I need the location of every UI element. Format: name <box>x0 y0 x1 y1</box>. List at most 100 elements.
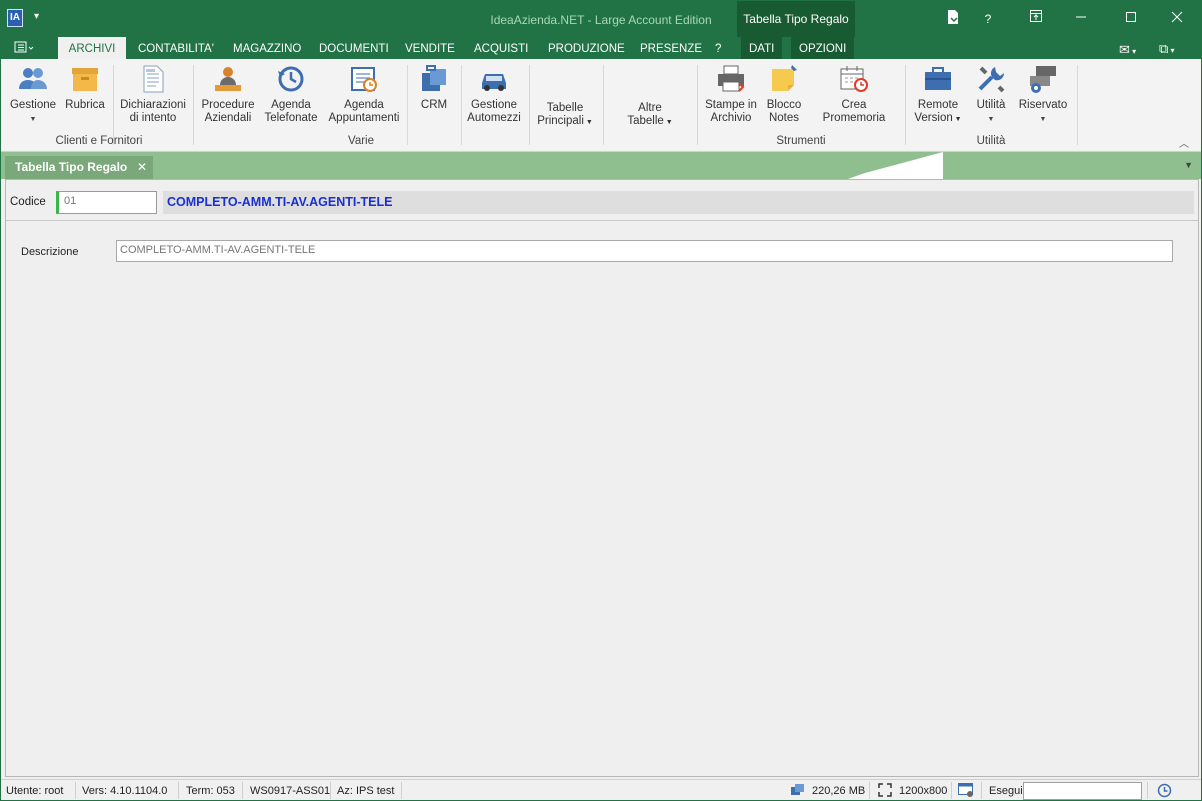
tab-list-dropdown-icon[interactable]: ▼ <box>1184 160 1193 170</box>
agenda-app-line2: Appuntamenti <box>328 112 400 124</box>
rubrica-button[interactable]: Rubrica <box>63 63 107 112</box>
stampe-archivio-button[interactable]: Stampe in Archivio <box>703 63 759 125</box>
agenda-telefonate-button[interactable]: Agenda Telefonate <box>263 63 319 125</box>
refresh-clock-icon[interactable] <box>1157 783 1172 800</box>
promemoria-label: Crea Promemoria <box>822 99 886 124</box>
calendar-clock-icon <box>351 67 377 92</box>
status-resolution: 1200x800 <box>899 785 948 797</box>
riservato-button[interactable]: Riservato ▼ <box>1015 63 1071 126</box>
codice-label: Codice <box>10 196 46 208</box>
automezzi-line1: Gestione <box>470 99 518 111</box>
maximize-icon[interactable] <box>1121 9 1141 29</box>
minimize-icon[interactable] <box>1071 9 1091 29</box>
ribbon-separator <box>603 65 604 145</box>
app-logo-icon[interactable]: IA <box>7 9 23 27</box>
status-bar: Utente: root Vers: 4.10.1104.0 Term: 053… <box>1 779 1201 800</box>
altre-tabelle-button[interactable]: Altre Tabelle ▼ <box>617 102 683 129</box>
window-settings-icon[interactable] <box>958 783 974 800</box>
sticky-note-icon <box>772 65 797 91</box>
document-export-icon[interactable] <box>943 9 963 29</box>
tab-help[interactable]: ? <box>707 37 729 59</box>
tab-vendite[interactable]: VENDITE <box>397 37 463 59</box>
remote-line2: Version <box>914 112 953 124</box>
divider <box>1147 782 1148 799</box>
tabelle-principali-button[interactable]: Tabelle Principali ▼ <box>533 102 597 129</box>
agenda-appuntamenti-button[interactable]: Agenda Appuntamenti <box>327 63 401 125</box>
riservato-label: Riservato <box>1018 99 1068 111</box>
ribbon-separator <box>697 65 698 145</box>
automezzi-line2: Automezzi <box>467 112 521 124</box>
procedure-aziendali-button[interactable]: Procedure Aziendali <box>199 63 257 125</box>
crea-promemoria-button[interactable]: Crea Promemoria <box>811 63 897 125</box>
tab-presenze[interactable]: PRESENZE <box>632 37 710 59</box>
tab-contabilita[interactable]: CONTABILITA' <box>130 37 222 59</box>
crm-button[interactable]: CRM <box>413 63 455 112</box>
tools-icon <box>978 66 1005 93</box>
chevron-down-icon: ▼ <box>29 116 37 123</box>
tab-opzioni[interactable]: OPZIONI <box>791 37 855 59</box>
gestione-button[interactable]: Gestione ▼ <box>9 63 57 126</box>
blocco-notes-button[interactable]: Blocco Notes <box>761 63 807 125</box>
blocco-line2: Notes <box>768 112 800 124</box>
chevron-down-icon: ▼ <box>663 119 673 126</box>
blocco-line1: Blocco <box>766 99 802 111</box>
utilita-button[interactable]: Utilità ▼ <box>969 63 1013 126</box>
tab-archivi[interactable]: ARCHIVI <box>58 37 126 59</box>
rubrica-label: Rubrica <box>65 99 105 111</box>
status-azienda: Az: IPS test <box>337 785 395 797</box>
briefcase-icon <box>925 67 951 90</box>
restore-ribbon-icon[interactable] <box>1026 9 1046 29</box>
group-label-clienti: Clienti e Fornitori <box>55 135 143 147</box>
divider <box>178 782 179 799</box>
dichiarazioni-line1: Dichiarazioni <box>120 99 186 111</box>
ribbon-separator <box>529 65 530 145</box>
crm-icon <box>422 65 446 91</box>
mail-dropdown-icon[interactable]: ✉ ▾ <box>1119 42 1136 58</box>
dichiarazioni-button[interactable]: Dichiarazioni di intento <box>118 63 188 125</box>
help-button[interactable]: ? <box>978 9 998 29</box>
tabelle-principali-line1: Tabelle <box>546 102 584 114</box>
group-label-strumenti: Strumenti <box>776 135 826 147</box>
codice-input[interactable]: 01 <box>56 191 157 214</box>
document-tab-strip: Tabella Tipo Regalo ✕ ▼ <box>1 152 1201 179</box>
document-icon <box>143 65 164 93</box>
form-panel: Codice 01 COMPLETO-AMM.TI-AV.AGENTI-TELE… <box>5 179 1199 777</box>
tab-magazzino[interactable]: MAGAZZINO <box>225 37 309 59</box>
fullscreen-icon[interactable] <box>878 783 892 800</box>
divider <box>401 782 402 799</box>
esegui-label: Esegui <box>989 785 1023 797</box>
tab-acquisti[interactable]: ACQUISTI <box>466 37 536 59</box>
close-icon[interactable] <box>1167 9 1187 29</box>
close-tab-icon[interactable]: ✕ <box>137 156 147 179</box>
server-gear-icon <box>1030 66 1056 93</box>
window-title: IdeaAzienda.NET - Large Account Edition <box>490 13 712 27</box>
layout-dropdown-icon[interactable]: ⧉ ▾ <box>1159 41 1175 57</box>
ribbon-separator <box>1077 65 1078 145</box>
tab-produzione[interactable]: PRODUZIONE <box>540 37 633 59</box>
divider <box>242 782 243 799</box>
remote-line1: Remote <box>917 99 959 111</box>
esegui-input[interactable] <box>1023 782 1142 800</box>
history-clock-icon <box>278 66 304 92</box>
tab-documenti[interactable]: DOCUMENTI <box>311 37 397 59</box>
codice-description: COMPLETO-AMM.TI-AV.AGENTI-TELE <box>163 191 1194 214</box>
remote-version-button[interactable]: Remote Version ▼ <box>909 63 967 126</box>
title-bar: IA ▾ IdeaAzienda.NET - Large Account Edi… <box>1 1 1201 59</box>
status-workstation: WS0917-ASS01 <box>250 785 331 797</box>
application-window: IA ▾ IdeaAzienda.NET - Large Account Edi… <box>0 0 1202 801</box>
gestione-automezzi-button[interactable]: Gestione Automezzi <box>465 63 523 125</box>
ribbon-separator <box>905 65 906 145</box>
box-icon <box>72 68 98 91</box>
decorative-wedge <box>843 152 943 179</box>
file-menu-icon[interactable] <box>13 40 41 56</box>
tab-dati[interactable]: DATI <box>741 37 783 59</box>
agenda-tel-line1: Agenda <box>271 99 311 111</box>
descrizione-input[interactable]: COMPLETO-AMM.TI-AV.AGENTI-TELE <box>116 240 1173 262</box>
document-tab[interactable]: Tabella Tipo Regalo ✕ <box>5 156 153 179</box>
quick-access-dropdown-icon[interactable]: ▾ <box>34 11 39 22</box>
collapse-ribbon-icon[interactable]: ︿ <box>1179 135 1189 150</box>
chevron-down-icon: ▼ <box>952 116 962 123</box>
altre-tabelle-line1: Altre <box>638 102 662 114</box>
ribbon-separator <box>461 65 462 145</box>
crm-label: CRM <box>420 99 448 111</box>
